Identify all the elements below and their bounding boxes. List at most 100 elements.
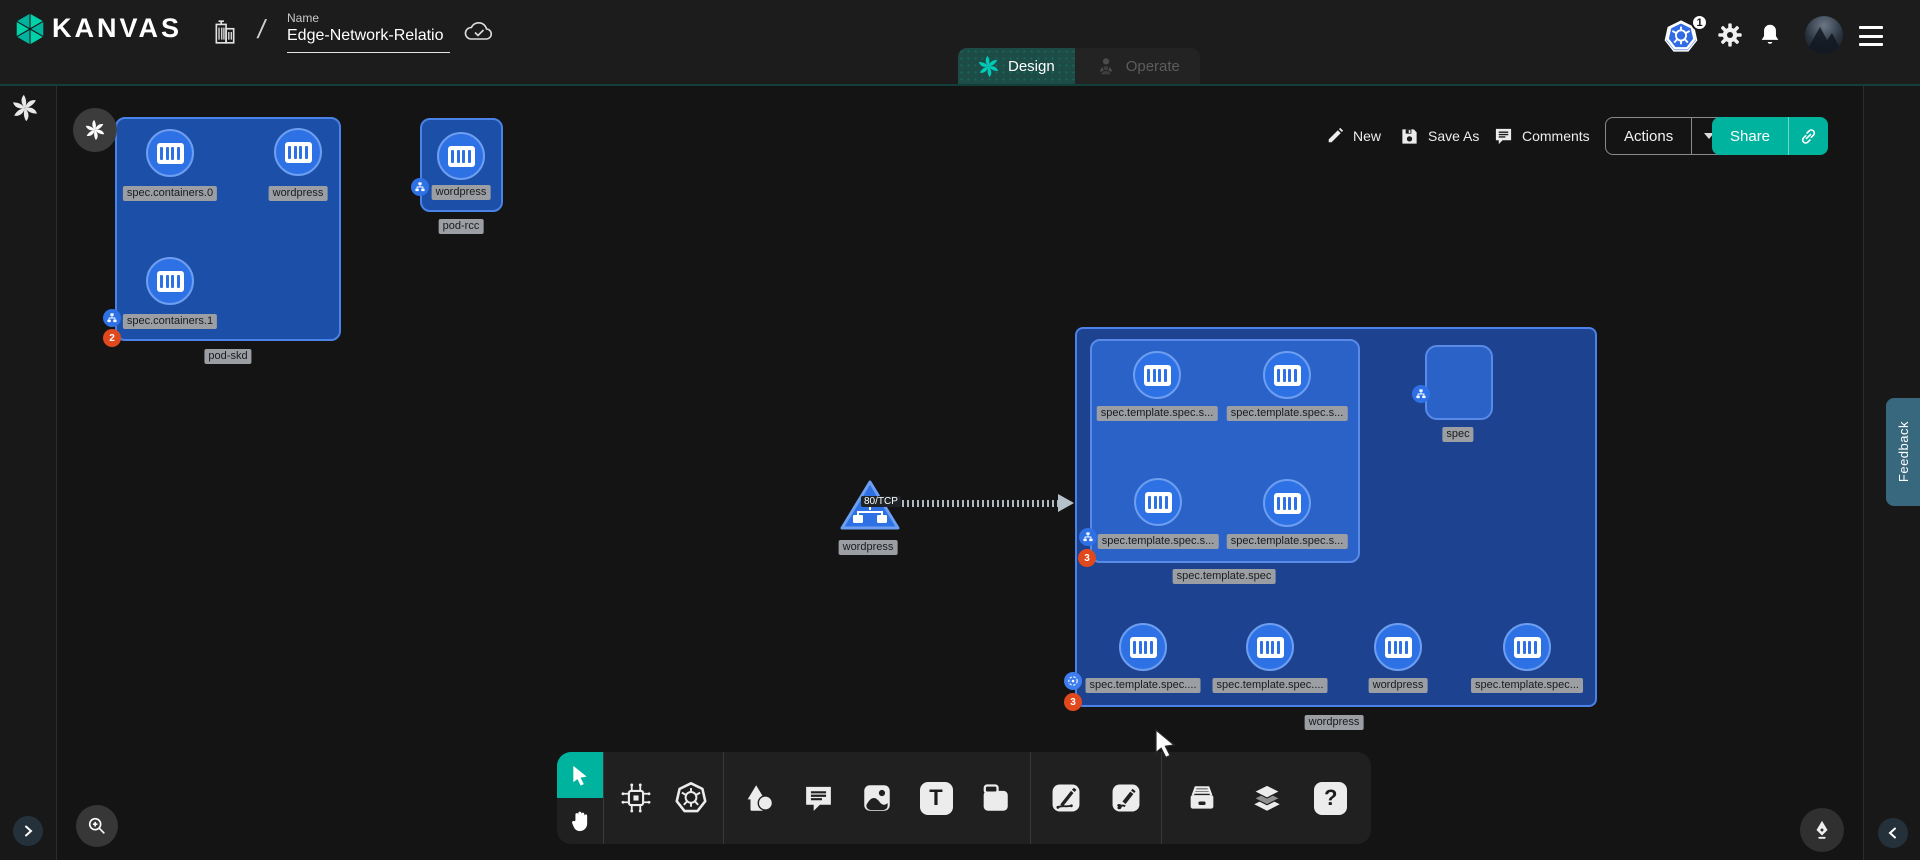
layers-tool[interactable] bbox=[1243, 752, 1291, 844]
relationship-badge[interactable] bbox=[1079, 528, 1097, 546]
help-glyph: ? bbox=[1314, 782, 1347, 815]
kanvas-logo-icon[interactable] bbox=[13, 12, 47, 46]
container-icon bbox=[157, 271, 184, 292]
issue-count-badge[interactable]: 3 bbox=[1078, 549, 1096, 567]
share-split-button[interactable]: Share bbox=[1712, 117, 1828, 155]
misc-tools-group: ? bbox=[1162, 752, 1371, 844]
node-container[interactable] bbox=[1133, 351, 1181, 399]
select-tool-button[interactable] bbox=[557, 752, 603, 798]
container-icon bbox=[285, 142, 312, 163]
text-tool-glyph: T bbox=[920, 782, 953, 815]
feedback-tab[interactable]: Feedback bbox=[1886, 398, 1920, 506]
node-container[interactable] bbox=[1246, 623, 1294, 671]
node-container[interactable] bbox=[1263, 351, 1311, 399]
shapes-tool[interactable] bbox=[735, 752, 783, 844]
image-icon bbox=[860, 781, 894, 815]
container-icon bbox=[157, 143, 184, 164]
tab-operate-label: Operate bbox=[1126, 58, 1180, 75]
tab-design[interactable]: Design bbox=[958, 48, 1075, 84]
settings-gear-icon[interactable] bbox=[1716, 21, 1744, 49]
text-tool[interactable]: T bbox=[912, 752, 960, 844]
hierarchy-icon bbox=[1416, 389, 1426, 399]
node-label: spec.containers.1 bbox=[123, 314, 217, 329]
node-label: wordpress bbox=[269, 186, 328, 201]
relationship-badge[interactable] bbox=[103, 309, 121, 327]
comments-button[interactable]: Comments bbox=[1494, 118, 1590, 154]
pencil-squiggle-icon bbox=[1109, 781, 1143, 815]
meshery-swirl-icon[interactable] bbox=[12, 95, 38, 121]
expand-left-panel-button[interactable] bbox=[13, 816, 43, 846]
link-icon bbox=[1799, 127, 1818, 146]
freehand-draw-tool[interactable] bbox=[1102, 752, 1150, 844]
design-swirl-icon bbox=[978, 56, 999, 77]
tools-bar: T bbox=[603, 752, 1371, 844]
group-label: pod-rcc bbox=[439, 219, 484, 234]
node-label: spec.template.spec.s... bbox=[1227, 534, 1348, 549]
user-avatar[interactable] bbox=[1805, 16, 1843, 54]
tab-operate[interactable]: Operate bbox=[1075, 48, 1200, 84]
relationship-badge[interactable] bbox=[1412, 385, 1430, 403]
node-container[interactable] bbox=[1134, 478, 1182, 526]
node-container[interactable] bbox=[274, 128, 322, 176]
note-icon bbox=[978, 781, 1012, 815]
copy-link-button[interactable] bbox=[1788, 117, 1828, 155]
container-icon bbox=[1274, 365, 1301, 386]
design-pen-button[interactable] bbox=[1800, 808, 1844, 852]
group-label: spec.template.spec bbox=[1173, 569, 1276, 584]
deployment-badge[interactable] bbox=[1064, 672, 1082, 690]
node-label: spec.template.spec.s... bbox=[1097, 406, 1218, 421]
node-container[interactable] bbox=[1263, 479, 1311, 527]
comment-tool[interactable] bbox=[794, 752, 842, 844]
node-container[interactable] bbox=[146, 129, 194, 177]
help-tool[interactable]: ? bbox=[1307, 752, 1355, 844]
issue-count-badge[interactable]: 2 bbox=[103, 329, 121, 347]
edge-port-label: 80/TCP bbox=[861, 496, 901, 507]
design-name-input[interactable] bbox=[287, 27, 450, 53]
save-as-button[interactable]: Save As bbox=[1400, 118, 1479, 154]
relationship-badge[interactable] bbox=[411, 178, 429, 196]
node-container[interactable] bbox=[437, 132, 485, 180]
node-container[interactable] bbox=[1119, 623, 1167, 671]
pen-path-tool[interactable] bbox=[1042, 752, 1090, 844]
group-label: wordpress bbox=[1305, 715, 1364, 730]
replica-wheel-icon bbox=[1067, 675, 1079, 687]
operate-people-icon bbox=[1095, 55, 1117, 77]
node-container[interactable] bbox=[146, 257, 194, 305]
components-chip-tool[interactable] bbox=[612, 752, 660, 844]
header-divider bbox=[0, 84, 1920, 86]
new-button[interactable]: New bbox=[1326, 118, 1381, 154]
save-as-label: Save As bbox=[1428, 128, 1479, 144]
hierarchy-icon bbox=[415, 182, 425, 192]
pan-tool-button[interactable] bbox=[557, 798, 603, 844]
container-icon bbox=[448, 146, 475, 167]
design-name-label: Name bbox=[287, 11, 319, 25]
kubernetes-context-button[interactable]: 1 bbox=[1664, 18, 1704, 56]
kubernetes-tool[interactable] bbox=[667, 752, 715, 844]
zoom-search-button[interactable] bbox=[76, 805, 118, 847]
node-label: spec.template.spec.s... bbox=[1227, 406, 1348, 421]
menu-hamburger-icon[interactable] bbox=[1859, 26, 1883, 46]
issue-count-badge[interactable]: 3 bbox=[1064, 693, 1082, 711]
container-icon bbox=[1144, 365, 1171, 386]
note-tool[interactable] bbox=[971, 752, 1019, 844]
canvas-settings-flower-button[interactable] bbox=[73, 108, 117, 152]
cursor-arrow-icon bbox=[570, 764, 590, 786]
node-spec-empty[interactable] bbox=[1425, 345, 1493, 420]
node-container[interactable] bbox=[1374, 623, 1422, 671]
node-label: spec bbox=[1442, 427, 1473, 442]
drawer-icon bbox=[1184, 781, 1220, 815]
left-rail bbox=[0, 86, 57, 860]
collapse-right-panel-button[interactable] bbox=[1878, 818, 1908, 848]
node-label: wordpress bbox=[839, 540, 898, 555]
actions-split-button[interactable]: Actions bbox=[1605, 117, 1727, 155]
notifications-bell-icon[interactable] bbox=[1757, 21, 1783, 49]
archive-drawer-tool[interactable] bbox=[1178, 752, 1226, 844]
image-tool[interactable] bbox=[853, 752, 901, 844]
edge-arrowhead bbox=[1058, 494, 1074, 512]
group-template-spec[interactable] bbox=[1090, 339, 1360, 563]
node-container[interactable] bbox=[1503, 623, 1551, 671]
kubernetes-wheel-icon bbox=[673, 780, 709, 816]
edge-service-to-deployment[interactable] bbox=[902, 500, 1060, 507]
organization-icon[interactable] bbox=[212, 17, 238, 47]
comment-icon bbox=[1494, 127, 1513, 146]
